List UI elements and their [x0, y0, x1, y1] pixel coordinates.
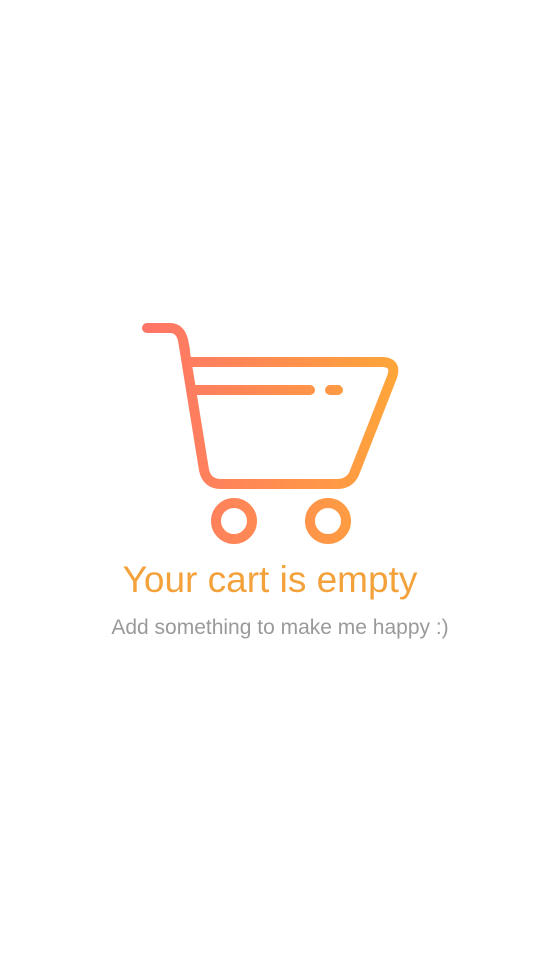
empty-cart-state: Your cart is empty Add something to make… [0, 0, 540, 960]
empty-cart-title: Your cart is empty [122, 559, 418, 600]
shopping-cart-icon [142, 323, 399, 544]
empty-cart-subtitle: Add something to make me happy :) [111, 616, 449, 639]
